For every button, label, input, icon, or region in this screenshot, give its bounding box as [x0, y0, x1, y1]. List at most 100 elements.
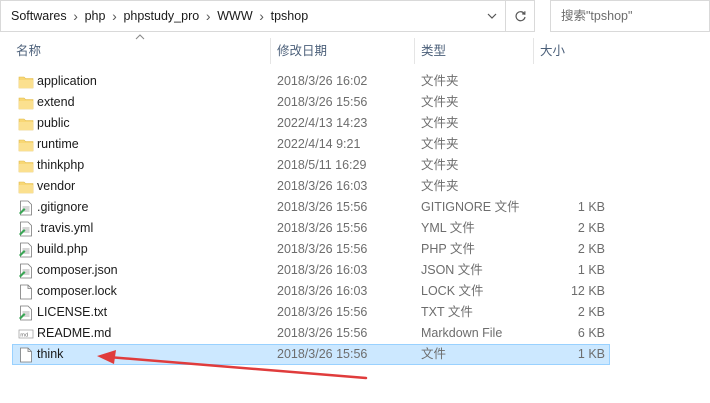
- column-header-type[interactable]: 类型: [421, 38, 446, 64]
- file-row[interactable]: thinkphp 2018/5/11 16:29 文件夹: [12, 155, 610, 176]
- file-type: Markdown File: [421, 326, 503, 340]
- file-name: think: [37, 347, 64, 361]
- file-type: PHP 文件: [421, 242, 475, 256]
- column-divider[interactable]: [533, 38, 534, 64]
- file-row[interactable]: LICENSE.txt 2018/3/26 15:56 TXT 文件 2 KB: [12, 302, 610, 323]
- file-size: 12 KB: [570, 284, 605, 298]
- folder-icon: [18, 137, 34, 153]
- file-name: composer.json: [37, 263, 118, 277]
- refresh-button[interactable]: [505, 1, 534, 31]
- search-box[interactable]: [550, 0, 710, 32]
- file-type: 文件夹: [421, 158, 459, 172]
- file-date: 2018/3/26 16:02: [277, 74, 368, 88]
- file-date: 2018/3/26 16:03: [277, 179, 368, 193]
- file-type: GITIGNORE 文件: [421, 200, 520, 214]
- text-file-icon: [18, 221, 34, 237]
- file-name: LICENSE.txt: [37, 305, 108, 319]
- file-size: 6 KB: [577, 326, 605, 340]
- file-name: extend: [37, 95, 75, 109]
- file-date: 2018/3/26 16:03: [277, 263, 368, 277]
- file-row-selected[interactable]: think 2018/3/26 15:56 文件 1 KB: [12, 344, 610, 365]
- file-date: 2022/4/13 14:23: [277, 116, 368, 130]
- file-type: 文件夹: [421, 179, 459, 193]
- chevron-right-icon[interactable]: ›: [255, 8, 269, 24]
- file-row[interactable]: vendor 2018/3/26 16:03 文件夹: [12, 176, 610, 197]
- search-input[interactable]: [561, 9, 701, 23]
- column-divider[interactable]: [414, 38, 415, 64]
- file-size: 1 KB: [577, 263, 605, 277]
- file-row[interactable]: build.php 2018/3/26 15:56 PHP 文件 2 KB: [12, 239, 610, 260]
- file-row[interactable]: public 2022/4/13 14:23 文件夹: [12, 113, 610, 134]
- file-date: 2018/3/26 15:56: [277, 347, 368, 361]
- blank-file-icon: [18, 284, 34, 300]
- file-date: 2018/3/26 15:56: [277, 221, 368, 235]
- file-date: 2018/3/26 15:56: [277, 305, 368, 319]
- chevron-right-icon[interactable]: ›: [201, 8, 215, 24]
- file-size: 2 KB: [577, 242, 605, 256]
- text-file-icon: [18, 200, 34, 216]
- folder-icon: [18, 158, 34, 174]
- file-size: 1 KB: [577, 347, 605, 361]
- breadcrumb-item-phpstudy-pro[interactable]: phpstudy_pro: [121, 9, 201, 23]
- file-name: thinkphp: [37, 158, 85, 172]
- file-type: LOCK 文件: [421, 284, 484, 298]
- file-date: 2018/3/26 16:03: [277, 284, 368, 298]
- file-size: 2 KB: [577, 305, 605, 319]
- file-name: application: [37, 74, 97, 88]
- refresh-icon: [514, 10, 526, 21]
- file-date: 2018/3/26 15:56: [277, 95, 368, 109]
- address-history-button[interactable]: [478, 1, 505, 31]
- chevron-down-icon: [487, 13, 497, 19]
- sort-ascending-icon: [135, 34, 145, 40]
- chevron-right-icon[interactable]: ›: [107, 8, 121, 24]
- column-header-date[interactable]: 修改日期: [277, 38, 327, 64]
- breadcrumb-item-tpshop[interactable]: tpshop: [269, 9, 311, 23]
- file-size: 1 KB: [577, 200, 605, 214]
- breadcrumb-item-php[interactable]: php: [83, 9, 108, 23]
- column-header-name[interactable]: 名称: [16, 38, 41, 64]
- folder-icon: [18, 95, 34, 111]
- folder-icon: [18, 179, 34, 195]
- file-type: TXT 文件: [421, 305, 473, 319]
- breadcrumb-item-www[interactable]: WWW: [215, 9, 254, 23]
- blank-file-icon: [18, 347, 34, 363]
- file-name: vendor: [37, 179, 76, 193]
- column-header-row: 名称 修改日期 类型 大小: [0, 34, 710, 64]
- file-name: .gitignore: [37, 200, 89, 214]
- file-name: README.md: [37, 326, 112, 340]
- file-row[interactable]: composer.lock 2018/3/26 16:03 LOCK 文件 12 KB: [12, 281, 610, 302]
- file-type: 文件夹: [421, 74, 459, 88]
- file-row[interactable]: application 2018/3/26 16:02 文件夹: [12, 71, 610, 92]
- file-type: 文件夹: [421, 116, 459, 130]
- file-row[interactable]: .gitignore 2018/3/26 15:56 GITIGNORE 文件 1 K…: [12, 197, 610, 218]
- file-name: public: [37, 116, 70, 130]
- file-name: build.php: [37, 242, 88, 256]
- file-name: composer.lock: [37, 284, 117, 298]
- svg-text:md: md: [20, 332, 28, 338]
- file-date: 2018/3/26 15:56: [277, 200, 368, 214]
- file-name: runtime: [37, 137, 79, 151]
- file-type: YML 文件: [421, 221, 475, 235]
- file-row[interactable]: md README.md 2018/3/26 15:56 Markdown File 6…: [12, 323, 610, 344]
- file-type: 文件: [421, 347, 447, 361]
- file-type: 文件夹: [421, 95, 459, 109]
- address-bar[interactable]: Softwares › php › phpstudy_pro › WWW › t…: [0, 0, 535, 32]
- markdown-file-icon: md: [18, 326, 34, 342]
- file-row[interactable]: .travis.yml 2018/3/26 15:56 YML 文件 2 KB: [12, 218, 610, 239]
- folder-icon: [18, 116, 34, 132]
- file-name: .travis.yml: [37, 221, 94, 235]
- breadcrumb-item-softwares[interactable]: Softwares: [9, 9, 69, 23]
- file-date: 2022/4/14 9:21: [277, 137, 361, 151]
- file-row[interactable]: runtime 2022/4/14 9:21 文件夹: [12, 134, 610, 155]
- file-row[interactable]: composer.json 2018/3/26 16:03 JSON 文件 1 KB: [12, 260, 610, 281]
- file-size: 2 KB: [577, 221, 605, 235]
- text-file-icon: [18, 242, 34, 258]
- column-header-size[interactable]: 大小: [540, 38, 565, 64]
- file-date: 2018/3/26 15:56: [277, 326, 368, 340]
- text-file-icon: [18, 305, 34, 321]
- breadcrumb: Softwares › php › phpstudy_pro › WWW › t…: [1, 1, 478, 31]
- file-type: JSON 文件: [421, 263, 483, 277]
- file-row[interactable]: extend 2018/3/26 15:56 文件夹: [12, 92, 610, 113]
- chevron-right-icon[interactable]: ›: [69, 8, 83, 24]
- column-divider[interactable]: [270, 38, 271, 64]
